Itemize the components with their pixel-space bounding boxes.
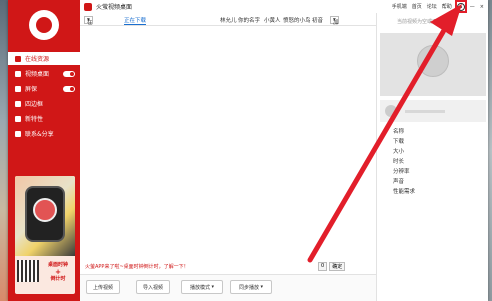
- prop-download: 下载: [393, 139, 405, 145]
- ad-image: [15, 176, 75, 256]
- page-go-button[interactable]: 确定: [329, 262, 346, 271]
- minimize-button[interactable]: —: [470, 4, 475, 10]
- play-mode-select[interactable]: 播放模式 ▾: [181, 280, 223, 294]
- filter-tag[interactable]: 初音: [312, 16, 323, 24]
- prop-performance: 性能需求: [393, 189, 416, 195]
- video-desktop-toggle[interactable]: [63, 70, 75, 77]
- sidebar: 在线资源 视频桌面 屏保 四边框 新特性 联系&分享 桌面时钟 + 倒计时: [8, 0, 80, 301]
- sync-play-select[interactable]: 同步播放 ▾: [230, 280, 272, 294]
- sidebar-item-contact[interactable]: 联系&分享: [8, 127, 80, 140]
- sidebar-item-frame[interactable]: 四边框: [8, 97, 80, 110]
- ad-banner[interactable]: 桌面时钟 + 倒计时: [15, 176, 75, 294]
- screensaver-toggle[interactable]: [63, 85, 75, 92]
- sidebar-item-new-features[interactable]: 新特性: [8, 112, 80, 125]
- prop-name: 名称: [393, 129, 405, 135]
- sidebar-item-label: 屏保: [25, 86, 38, 93]
- online-icon: [15, 55, 21, 62]
- video-list-area: [80, 26, 376, 266]
- frame-icon: [15, 100, 21, 107]
- sidebar-item-label: 视频桌面: [25, 71, 50, 78]
- promo-tip[interactable]: 火萤APP来了啦~桌面时钟倒计时，了解一下！: [85, 263, 189, 270]
- filter-tag[interactable]: 你的名字: [238, 16, 260, 24]
- share-icon: [15, 130, 21, 137]
- ad-text: 桌面时钟 + 倒计时: [47, 262, 68, 282]
- filter-tag[interactable]: 林允儿: [220, 16, 237, 24]
- sidebar-item-label: 联系&分享: [25, 131, 54, 138]
- features-icon: [15, 115, 21, 122]
- filter-tag[interactable]: 小黄人: [264, 16, 281, 24]
- prop-resolution: 分辨率: [393, 169, 410, 175]
- highlight-box: [455, 0, 467, 13]
- sidebar-item-label: 四边框: [25, 101, 44, 108]
- desktop-background-left: [0, 0, 8, 301]
- app-title: 火萤视频桌面: [96, 4, 133, 11]
- sidebar-item-video-desktop[interactable]: 视频桌面: [8, 67, 80, 80]
- page-input[interactable]: 0: [318, 262, 328, 271]
- help-link[interactable]: 帮助: [442, 3, 452, 10]
- online-resource-dropdown[interactable]: 在线资源 ▾: [84, 16, 93, 47]
- tab-downloading[interactable]: 正在下载: [124, 16, 147, 25]
- pager: 0 确定: [318, 262, 346, 271]
- sidebar-item-label: 新特性: [25, 116, 44, 123]
- preview-info: [380, 100, 486, 122]
- placeholder-icon: [417, 45, 449, 77]
- detail-panel: 当前视频为空或不可用 名称 下载 大小 时长 分辨率 声音 性能需求: [376, 13, 488, 301]
- app-window: 在线资源 视频桌面 屏保 四边框 新特性 联系&分享 桌面时钟 + 倒计时 火萤…: [8, 0, 488, 301]
- sidebar-item-online[interactable]: 在线资源: [8, 52, 80, 65]
- qr-code: [17, 260, 39, 282]
- sub-tabs: 在线资源 ▾ 正在下载 林允儿 你的名字 小黄人 愤怒的小鸟 初音 加入时间 ▾: [80, 13, 376, 47]
- screensaver-icon: [15, 85, 21, 92]
- sort-dropdown[interactable]: 加入时间 ▾: [330, 16, 339, 47]
- panel-hint: 当前视频为空或不可用: [397, 19, 448, 25]
- watch-icon: [25, 186, 65, 242]
- sidebar-item-screensaver[interactable]: 屏保: [8, 82, 80, 95]
- prop-duration: 时长: [393, 159, 405, 165]
- close-button[interactable]: ×: [480, 4, 484, 10]
- import-video-button[interactable]: 导入视频: [136, 280, 170, 294]
- video-preview: [380, 33, 486, 96]
- upload-video-button[interactable]: 上传视频: [86, 280, 120, 294]
- filter-tag[interactable]: 愤怒的小鸟: [283, 16, 311, 24]
- sidebar-item-label: 在线资源: [25, 56, 50, 63]
- prop-sound: 声音: [393, 179, 405, 185]
- avatar: [385, 105, 397, 117]
- phone-link[interactable]: 手机端: [392, 3, 407, 10]
- video-icon: [15, 70, 21, 77]
- forum-link[interactable]: 论坛: [427, 3, 437, 10]
- app-logo: [29, 10, 59, 40]
- bottom-toolbar: 上传视频 导入视频 播放模式 ▾ 同步播放 ▾: [80, 274, 376, 301]
- home-link[interactable]: 首页: [412, 3, 422, 10]
- title-links: 手机端 首页 论坛 帮助 — ×: [392, 0, 484, 13]
- prop-size: 大小: [393, 149, 405, 155]
- app-icon: [84, 2, 92, 11]
